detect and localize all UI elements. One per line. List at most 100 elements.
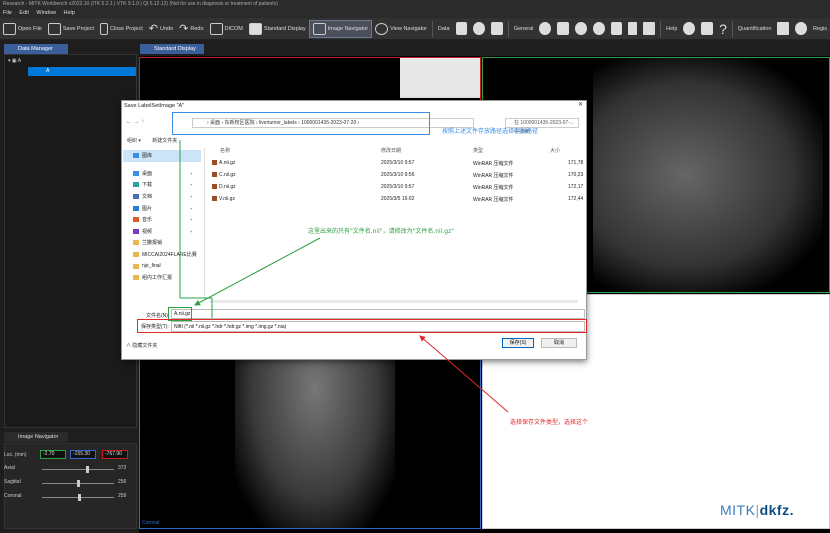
tab-data-manager[interactable]: Data Manager [4, 44, 68, 54]
people-icon [375, 22, 389, 35]
list-numbered-icon[interactable] [628, 22, 638, 35]
save-button[interactable]: 保存(S) [502, 338, 534, 348]
tree-root-item[interactable]: ▾ ▣ A [8, 58, 21, 64]
new-folder-button[interactable]: 新建文件夹 [152, 138, 177, 144]
tools-icon[interactable] [575, 22, 587, 35]
pin-icon: ✦ [189, 205, 193, 211]
image-icon[interactable] [491, 22, 503, 35]
list-icon[interactable] [455, 22, 468, 35]
organize-button[interactable]: 组织 ▾ [127, 138, 141, 144]
tab-standard-display[interactable]: Standard Display [140, 44, 204, 54]
folder-icon [133, 240, 139, 246]
sidebar-item-gallery[interactable]: 图库 [123, 150, 201, 162]
image-navigator-button[interactable]: Image Navigator [308, 19, 373, 38]
registration-button[interactable]: Regis [810, 20, 830, 38]
eye-icon[interactable] [539, 22, 552, 35]
coronal-slider-knob[interactable] [78, 494, 81, 501]
loc-z-input[interactable]: -767.90 [102, 450, 128, 459]
sidebar-item-pictures[interactable]: 图片 ✦ [123, 202, 201, 214]
archive-icon [212, 184, 217, 190]
magnifier-icon[interactable] [473, 22, 486, 35]
sidebar-item-documents[interactable]: 文档 ✦ [123, 191, 201, 203]
annotation-path-note: 按照上述文件存放路径选择存放路径 [442, 128, 539, 135]
crop-icon[interactable] [643, 22, 656, 35]
axial-slider-knob[interactable] [86, 466, 89, 473]
help-button[interactable]: Help [663, 20, 680, 38]
column-name[interactable]: 名称 [220, 147, 230, 154]
music-icon [133, 217, 139, 223]
wrench-icon[interactable] [795, 22, 807, 35]
view-navigator-button[interactable]: View Navigator [372, 20, 430, 38]
redo-button[interactable]: ↷ Redo [176, 20, 206, 38]
quantification-button[interactable]: Quantification [735, 20, 775, 38]
file-row[interactable]: V.nii.gz 2025/3/5 16:02 WinRAR 压缩文件 172,44 [212, 196, 583, 203]
pin-icon: ✦ [189, 182, 193, 188]
tree-child-item[interactable]: A [28, 67, 136, 76]
dicom-button[interactable]: DICOM [207, 20, 246, 38]
axial-value[interactable]: 373 [118, 465, 126, 471]
file-row[interactable]: D.nii.gz 2025/3/10 9:57 WinRAR 压缩文件 172,17 [212, 184, 583, 191]
main-toolbar: Open File Save Project Close Project ↶ Un… [0, 18, 830, 40]
pin-icon[interactable] [592, 22, 605, 35]
sidebar-item-folder-3[interactable]: nje_final [123, 260, 201, 272]
desktop-icon [133, 170, 139, 176]
save-project-button[interactable]: Save Project [45, 20, 97, 38]
sidebar-item-folder-2[interactable]: MICCAI2024FLARE比赛 [123, 249, 201, 261]
folder-icon [133, 263, 139, 269]
column-size[interactable]: 大小 [550, 147, 560, 154]
cancel-button[interactable]: 取消 [541, 338, 577, 348]
close-icon[interactable]: ✕ [578, 101, 583, 108]
sidebar-item-music[interactable]: 音乐 ✦ [123, 214, 201, 226]
annotation-type-note: 选择保存文件类型，选择这个 [510, 419, 589, 426]
camera-icon[interactable] [557, 22, 569, 35]
menu-edit[interactable]: Edit [19, 10, 28, 16]
data-button[interactable]: Data [435, 20, 453, 38]
pin-icon: ✦ [189, 228, 193, 234]
sidebar-item-folder-1[interactable]: 兰撒报销 [123, 237, 201, 249]
loc-y-input[interactable]: -155.30 [70, 450, 96, 459]
hide-folders-toggle[interactable]: ∧ 隐藏文件夹 [126, 342, 157, 349]
undo-button[interactable]: ↶ Undo [146, 20, 176, 38]
data-manager-panel [4, 54, 137, 428]
tab-image-navigator[interactable]: Image Navigator [4, 432, 68, 442]
menu-help[interactable]: Help [64, 10, 75, 16]
column-date[interactable]: 修改日期 [381, 147, 401, 154]
video-icon[interactable] [610, 22, 623, 35]
sidebar-item-downloads[interactable]: 下载 ✦ [123, 179, 201, 191]
sagittal-slider[interactable] [42, 480, 114, 487]
filename-input[interactable]: A.nii.gz [171, 309, 585, 319]
open-file-button[interactable]: Open File [0, 20, 45, 38]
file-row[interactable]: C.nii.gz 2025/3/10 9:56 WinRAR 压缩文件 170,23 [212, 172, 583, 179]
coronal-label: Coronal [4, 493, 22, 499]
coronal-view-label: Coronal [142, 520, 160, 526]
search-help-icon[interactable] [683, 22, 696, 35]
nav-arrows[interactable]: ← → ↑ [126, 119, 144, 125]
sidebar-item-desktop[interactable]: 桌面 ✦ [123, 168, 201, 180]
close-project-button[interactable]: Close Project [97, 20, 146, 38]
file-row[interactable]: A.nii.gz 2025/3/10 9:57 WinRAR 压缩文件 171,78 [212, 160, 583, 167]
standard-display-button[interactable]: Standard Display [246, 20, 309, 38]
axial-slider[interactable] [42, 466, 114, 473]
menu-file[interactable]: File [3, 10, 12, 16]
general-button[interactable]: General [511, 20, 537, 38]
window-title: Research - MITK Workbench v2022.10 (ITK … [0, 0, 830, 9]
question-icon[interactable]: ? [719, 21, 727, 37]
pane-divider[interactable] [204, 148, 205, 298]
sliders-icon [312, 22, 326, 35]
info-icon[interactable] [701, 22, 714, 35]
sidebar-item-videos[interactable]: 视频 ✦ [123, 226, 201, 238]
toolbar-separator [731, 20, 733, 37]
mitk-dkfz-logo: MITK|dkfz. [720, 502, 794, 518]
sagittal-slider-knob[interactable] [77, 480, 80, 487]
horizontal-scrollbar[interactable] [210, 300, 578, 303]
chart-icon[interactable] [777, 22, 790, 35]
folder-icon [133, 252, 139, 258]
coronal-value[interactable]: 259 [118, 493, 126, 499]
menu-window[interactable]: Window [36, 10, 56, 16]
coronal-slider[interactable] [42, 494, 114, 501]
column-type[interactable]: 类型 [473, 147, 483, 154]
sagittal-value[interactable]: 256 [118, 479, 126, 485]
loc-x-input[interactable]: -2.70 [40, 450, 66, 459]
sidebar-item-folder-4[interactable]: 组内工作汇报 [123, 272, 201, 284]
pin-icon: ✦ [189, 194, 193, 200]
